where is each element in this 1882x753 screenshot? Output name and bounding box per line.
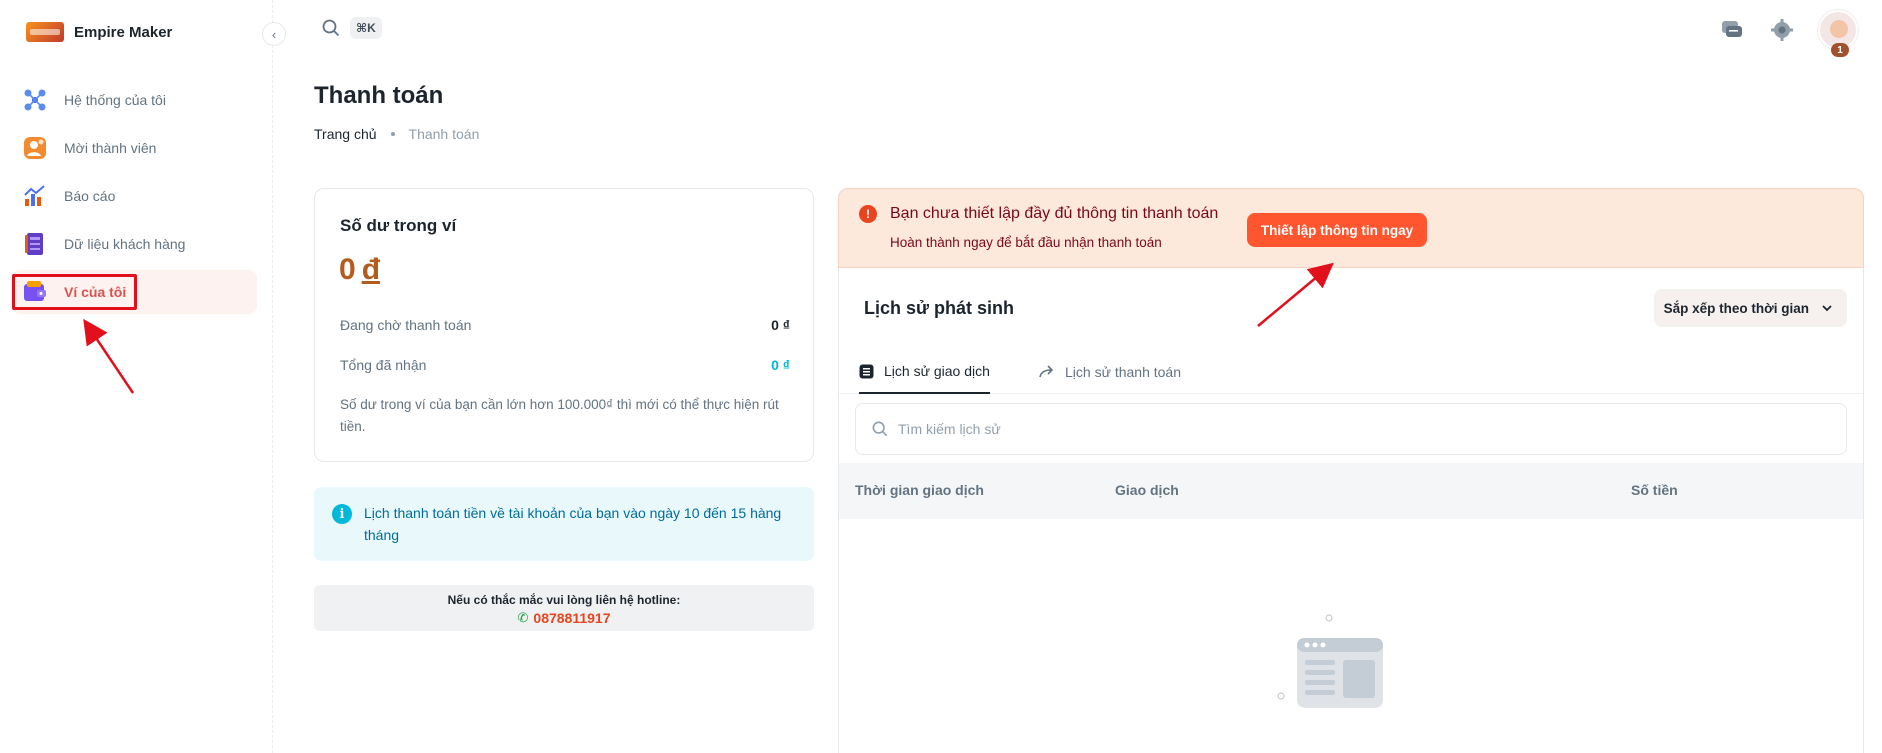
share-arrow-icon xyxy=(1039,365,1054,378)
tab-label: Lịch sử giao dịch xyxy=(884,363,990,379)
info-text: Lịch thanh toán tiền về tài khoản của bạ… xyxy=(364,505,782,543)
info-icon: i xyxy=(332,504,352,524)
search-icon xyxy=(872,421,888,437)
history-table-header: Thời gian giao dịch Giao dịch Số tiền xyxy=(839,463,1863,519)
brand[interactable]: Empire Maker xyxy=(26,22,172,42)
list-icon xyxy=(859,364,874,378)
page-title: Thanh toán xyxy=(314,82,444,109)
alert-title: Bạn chưa thiết lập đầy đủ thông tin than… xyxy=(890,205,1219,222)
total-received-row: Tổng đã nhận 0 ₫ xyxy=(340,357,790,373)
empty-state-illustration xyxy=(1277,614,1383,708)
avatar-image xyxy=(1830,20,1848,38)
history-title: Lịch sử phát sinh xyxy=(864,298,1015,318)
sidebar-item-label: Báo cáo xyxy=(64,188,116,204)
messages-button[interactable] xyxy=(1718,16,1746,44)
setup-payment-info-button[interactable]: Thiết lập thông tin ngay xyxy=(1247,213,1427,247)
chevron-left-icon: ‹ xyxy=(271,26,277,42)
hotline-number-text: 0878811917 xyxy=(533,610,611,626)
global-search[interactable]: ⌘K xyxy=(322,17,382,39)
alert-subtitle: Hoàn thành ngay để bắt đầu nhận thanh to… xyxy=(890,235,1162,250)
sidebar-nav: Hệ thống của tôi Mời thành viên Báo cáo … xyxy=(12,78,257,318)
brand-logo xyxy=(26,22,64,42)
sidebar-item-label: Dữ liệu khách hàng xyxy=(64,236,186,252)
history-tabs: Lịch sử giao dịch Lịch sử thanh toán xyxy=(839,350,1863,394)
sidebar-item-label: Mời thành viên xyxy=(64,140,157,156)
wallet-amount-currency: đ xyxy=(361,253,381,286)
column-transaction: Giao dịch xyxy=(1115,482,1179,498)
hotline-number[interactable]: ✆ 0878811917 xyxy=(314,610,814,626)
tab-label: Lịch sử thanh toán xyxy=(1065,364,1182,380)
pending-value: 0 ₫ xyxy=(771,317,790,333)
sidebar-item-my-wallet[interactable]: Ví của tôi xyxy=(12,270,257,314)
wallet-balance-card: Số dư trong ví 0đ Đang chờ thanh toán 0 … xyxy=(314,188,814,462)
sidebar-collapse-button[interactable]: ‹ xyxy=(262,22,286,46)
sort-dropdown[interactable]: Sắp xếp theo thời gian xyxy=(1653,289,1847,327)
invite-member-icon xyxy=(22,135,48,161)
chat-icon xyxy=(1722,21,1742,37)
tab-payment-history[interactable]: Lịch sử thanh toán xyxy=(1039,350,1181,394)
gear-icon xyxy=(1771,19,1793,41)
wallet-title: Số dư trong ví xyxy=(340,216,457,235)
shortcut-badge: ⌘K xyxy=(350,17,382,39)
pending-payment-row: Đang chờ thanh toán 0 ₫ xyxy=(340,317,790,333)
history-search-field[interactable] xyxy=(855,403,1847,455)
sidebar: Empire Maker Hệ thống của tôi Mời thành … xyxy=(0,0,273,753)
settings-button[interactable] xyxy=(1768,16,1796,44)
topbar-actions: 1 xyxy=(1718,10,1858,57)
sort-label: Sắp xếp theo thời gian xyxy=(1663,300,1809,316)
phone-icon: ✆ xyxy=(517,610,529,625)
sidebar-item-label: Ví của tôi xyxy=(64,284,127,300)
history-panel: Lịch sử phát sinh Sắp xếp theo thời gian… xyxy=(838,268,1864,753)
breadcrumb: Trang chủ Thanh toán xyxy=(314,126,479,142)
hotline-box: Nếu có thắc mắc vui lòng liên hệ hotline… xyxy=(314,585,814,631)
wallet-amount-value: 0 xyxy=(339,253,356,286)
breadcrumb-current: Thanh toán xyxy=(408,126,480,142)
hotline-label: Nếu có thắc mắc vui lòng liên hệ hotline… xyxy=(447,593,681,607)
report-chart-icon xyxy=(22,183,48,209)
breadcrumb-home-link[interactable]: Trang chủ xyxy=(314,126,377,142)
customer-data-icon xyxy=(22,231,48,257)
tab-transaction-history[interactable]: Lịch sử giao dịch xyxy=(859,350,990,394)
brand-name: Empire Maker xyxy=(74,23,173,41)
wallet-icon xyxy=(22,279,48,305)
received-value: 0 ₫ xyxy=(771,357,790,373)
wallet-amount: 0đ xyxy=(339,253,380,287)
withdraw-note: Số dư trong ví của bạn cần lớn hơn 100.0… xyxy=(340,397,779,434)
history-search-input[interactable] xyxy=(898,421,1798,437)
network-icon xyxy=(22,87,48,113)
sidebar-item-report[interactable]: Báo cáo xyxy=(12,174,257,218)
avatar-level-badge: 1 xyxy=(1831,43,1849,57)
received-label: Tổng đã nhận xyxy=(340,357,427,373)
search-icon xyxy=(322,19,340,37)
column-transaction-time: Thời gian giao dịch xyxy=(855,482,984,498)
payment-schedule-info: i Lịch thanh toán tiền về tài khoản của … xyxy=(314,487,814,561)
breadcrumb-separator xyxy=(390,132,395,136)
sidebar-item-customer-data[interactable]: Dữ liệu khách hàng xyxy=(12,222,257,266)
sidebar-item-my-system[interactable]: Hệ thống của tôi xyxy=(12,78,257,122)
sidebar-item-label: Hệ thống của tôi xyxy=(64,92,166,108)
sidebar-item-invite-member[interactable]: Mời thành viên xyxy=(12,126,257,170)
warning-icon: ! xyxy=(859,205,877,223)
pending-label: Đang chờ thanh toán xyxy=(340,317,472,333)
column-amount: Số tiền xyxy=(1631,482,1678,498)
chevron-down-icon xyxy=(1822,305,1832,312)
avatar[interactable]: 1 xyxy=(1818,10,1858,57)
